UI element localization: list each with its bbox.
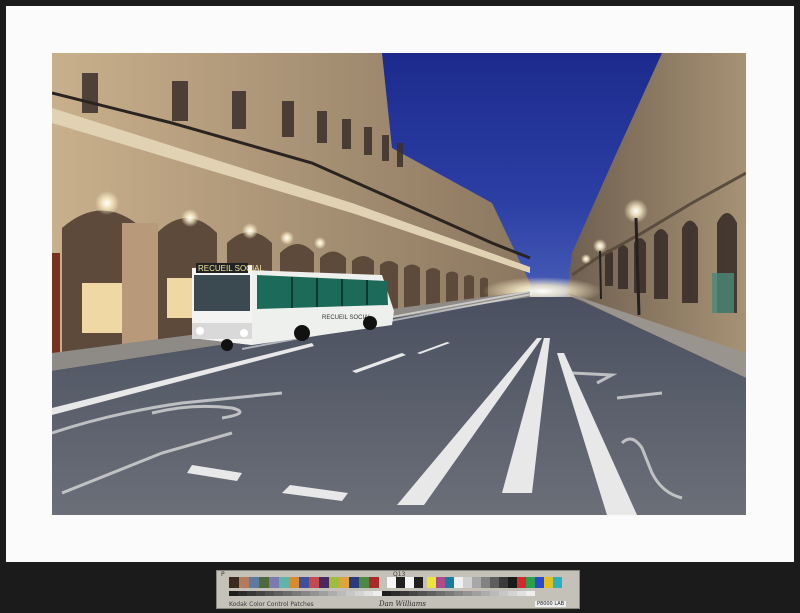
color-patch — [279, 577, 289, 588]
color-patch — [329, 577, 339, 588]
color-patch — [328, 591, 337, 596]
color-patch — [463, 591, 472, 596]
color-patch — [310, 591, 319, 596]
color-patch — [239, 577, 249, 588]
color-patch — [472, 577, 481, 588]
color-patch — [414, 577, 423, 588]
color-calibration-target: P Q13 Kodak Color Control Patches Dan Wi… — [216, 570, 580, 609]
color-patch — [445, 591, 454, 596]
color-patch — [229, 591, 238, 596]
color-patch — [292, 591, 301, 596]
color-patch-row-top — [229, 577, 379, 588]
color-patch — [436, 591, 445, 596]
color-patch — [535, 577, 544, 588]
color-patch — [553, 577, 562, 588]
color-patch — [289, 577, 299, 588]
color-patch — [364, 591, 373, 596]
color-patch — [359, 577, 369, 588]
target-header-mid: Q13 — [393, 571, 406, 578]
color-patch — [339, 577, 349, 588]
target-header-left: P — [221, 571, 225, 578]
color-patch — [454, 591, 463, 596]
color-patch — [247, 591, 256, 596]
gray-step-row — [229, 591, 535, 596]
color-patch — [265, 591, 274, 596]
color-patch — [396, 577, 405, 588]
target-code: P8000 LAB — [535, 601, 567, 607]
color-patch — [499, 577, 508, 588]
color-patch — [259, 577, 269, 588]
color-patch — [249, 577, 259, 588]
color-patch — [309, 577, 319, 588]
color-patch — [526, 577, 535, 588]
color-patch — [445, 577, 454, 588]
street-photo: RECUEIL SOCIAL RECUEIL SOCIAL — [52, 53, 746, 515]
color-patch — [274, 591, 283, 596]
color-patch — [382, 591, 391, 596]
color-patch — [508, 577, 517, 588]
color-patch — [427, 591, 436, 596]
color-patch — [508, 591, 517, 596]
color-patch — [517, 591, 526, 596]
target-footer-left: Kodak Color Control Patches — [229, 601, 314, 608]
color-patch — [472, 591, 481, 596]
color-patch — [238, 591, 247, 596]
color-patch — [499, 591, 508, 596]
color-patch — [436, 577, 445, 588]
color-patch — [418, 591, 427, 596]
color-patch — [355, 591, 364, 596]
color-patch — [391, 591, 400, 596]
color-patch — [400, 591, 409, 596]
color-patch — [269, 577, 279, 588]
color-patch — [299, 577, 309, 588]
color-patch — [346, 591, 355, 596]
color-patch — [319, 577, 329, 588]
color-patch — [517, 577, 526, 588]
color-patch — [409, 591, 418, 596]
signature: Dan Williams — [379, 600, 426, 608]
grayscale-patch-row — [387, 577, 423, 588]
color-patch — [229, 577, 239, 588]
color-patch — [283, 591, 292, 596]
color-patch — [319, 591, 328, 596]
color-patch — [427, 577, 436, 588]
color-patch — [369, 577, 379, 588]
color-patch — [544, 577, 553, 588]
bus-destination-sign: RECUEIL SOCIAL — [198, 264, 264, 273]
color-patch — [405, 577, 414, 588]
color-patch — [481, 591, 490, 596]
color-patch — [481, 577, 490, 588]
color-patch — [526, 591, 535, 596]
color-patch — [337, 591, 346, 596]
color-patch — [373, 591, 382, 596]
color-patch — [490, 591, 499, 596]
color-patch — [490, 577, 499, 588]
color-patch — [454, 577, 463, 588]
color-patch — [463, 577, 472, 588]
color-patch — [387, 577, 396, 588]
color-patch — [349, 577, 359, 588]
color-patch-row-right — [427, 577, 562, 588]
color-patch — [256, 591, 265, 596]
color-patch — [301, 591, 310, 596]
